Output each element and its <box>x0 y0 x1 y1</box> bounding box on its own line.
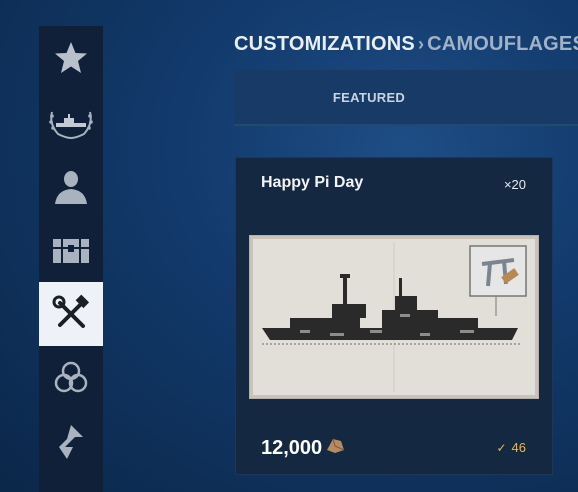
breadcrumb-current: CAMOUFLAGES <box>427 33 578 55</box>
breadcrumb: CUSTOMIZATIONS › CAMOUFLAGES <box>234 33 578 56</box>
stat-value: 46 <box>511 440 526 455</box>
ship-preview-image <box>247 233 541 401</box>
sidebar-item-profile[interactable] <box>39 154 103 218</box>
sidebar-item-favorites[interactable] <box>39 26 103 90</box>
wrench-hammer-icon <box>52 294 90 328</box>
breadcrumb-root[interactable]: CUSTOMIZATIONS <box>234 33 415 55</box>
star-icon <box>55 42 87 73</box>
card-title: Happy Pi Day <box>261 174 364 191</box>
sidebar-item-customizations[interactable] <box>39 282 103 346</box>
quantity-label: ×20 <box>503 177 526 192</box>
tab-featured[interactable]: FEATURED <box>234 70 504 124</box>
check-icon: ✓ <box>496 440 507 455</box>
camouflage-preview <box>247 233 541 401</box>
steel-icon <box>325 436 345 460</box>
price-value: 12,000 <box>261 436 323 459</box>
price: 12,000 <box>261 436 345 460</box>
breadcrumb-separator: › <box>417 34 425 54</box>
ship-laurel-icon <box>49 111 93 139</box>
clan-emblem-icon <box>54 361 88 393</box>
sidebar-item-directives[interactable] <box>39 410 103 474</box>
camouflage-card[interactable]: Happy Pi Day ×20 12,000 ✓ 46 <box>235 157 553 475</box>
person-icon <box>55 171 87 204</box>
sidebar-item-clan[interactable] <box>39 346 103 410</box>
sidebar <box>39 26 103 492</box>
stat-indicator: ✓ 46 <box>496 440 526 455</box>
tab-bar: FEATURED <box>234 70 578 126</box>
sidebar-item-containers[interactable] <box>39 218 103 282</box>
chest-icon <box>53 239 89 263</box>
arrow-emblem-icon <box>59 425 83 459</box>
sidebar-item-ship[interactable] <box>39 90 103 154</box>
